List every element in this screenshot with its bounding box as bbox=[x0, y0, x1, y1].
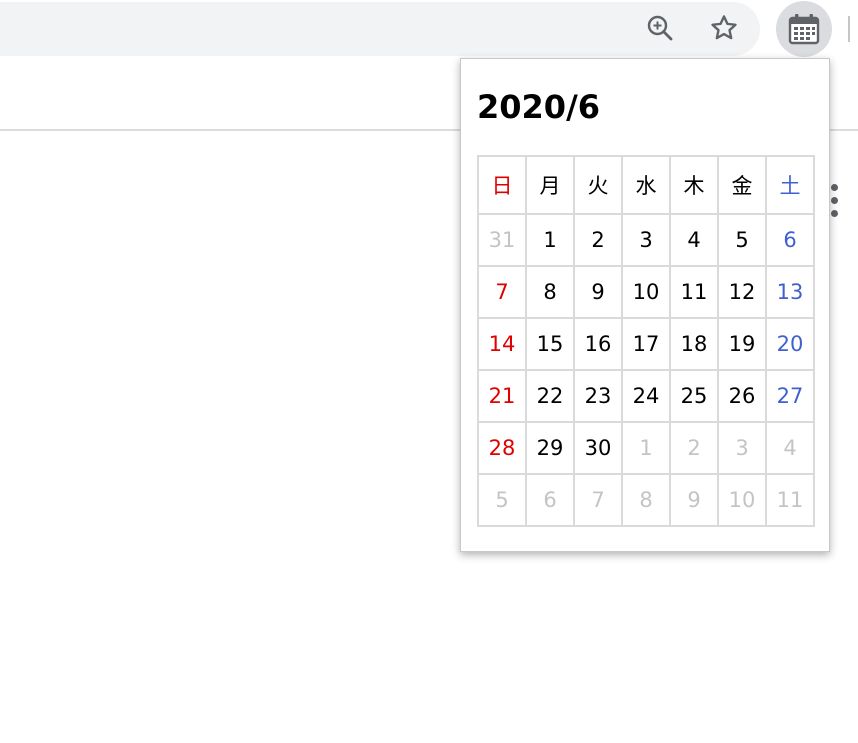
calendar-icon bbox=[788, 14, 820, 45]
calendar-day-cell: 9 bbox=[669, 473, 719, 527]
calendar-day-cell: 11 bbox=[669, 265, 719, 319]
calendar-day-cell: 26 bbox=[717, 369, 767, 423]
calendar-day-cell: 18 bbox=[669, 317, 719, 371]
calendar-week-row: 5 6 7 8 9 10 11 bbox=[477, 473, 815, 527]
calendar-day-cell: 8 bbox=[525, 265, 575, 319]
bookmark-star-icon[interactable] bbox=[705, 9, 743, 47]
calendar-day-cell: 14 bbox=[477, 317, 527, 371]
calendar-day-cell: 27 bbox=[765, 369, 815, 423]
calendar-week-row: 21 22 23 24 25 26 27 bbox=[477, 369, 815, 423]
calendar-week-row: 28 29 30 1 2 3 4 bbox=[477, 421, 815, 475]
calendar-week-row: 31 1 2 3 4 5 6 bbox=[477, 213, 815, 267]
calendar-day-cell: 21 bbox=[477, 369, 527, 423]
calendar-day-cell: 10 bbox=[717, 473, 767, 527]
calendar-grid: 日月火水木金土 31 1 2 3 4 5 6 7 8 9 10 11 12 13 14 15 16 17 18 19 2… bbox=[477, 155, 815, 527]
weekday-header: 木 bbox=[669, 155, 719, 215]
calendar-day-cell: 1 bbox=[525, 213, 575, 267]
calendar-day-cell: 17 bbox=[621, 317, 671, 371]
more-options-icon[interactable] bbox=[830, 184, 840, 220]
weekday-header: 月 bbox=[525, 155, 575, 215]
weekday-header: 水 bbox=[621, 155, 671, 215]
calendar-day-cell: 10 bbox=[621, 265, 671, 319]
calendar-day-cell: 6 bbox=[765, 213, 815, 267]
toolbar-separator bbox=[848, 16, 850, 42]
calendar-day-cell: 3 bbox=[717, 421, 767, 475]
weekday-header: 火 bbox=[573, 155, 623, 215]
calendar-day-cell: 4 bbox=[765, 421, 815, 475]
calendar-day-cell: 6 bbox=[525, 473, 575, 527]
calendar-day-cell: 3 bbox=[621, 213, 671, 267]
calendar-day-cell: 4 bbox=[669, 213, 719, 267]
calendar-day-cell: 5 bbox=[717, 213, 767, 267]
zoom-in-icon[interactable] bbox=[641, 9, 679, 47]
calendar-day-cell: 2 bbox=[669, 421, 719, 475]
weekday-header: 日 bbox=[477, 155, 527, 215]
calendar-day-cell: 7 bbox=[477, 265, 527, 319]
calendar-day-cell: 22 bbox=[525, 369, 575, 423]
calendar-day-cell: 15 bbox=[525, 317, 575, 371]
calendar-day-cell: 19 bbox=[717, 317, 767, 371]
weekday-header: 土 bbox=[765, 155, 815, 215]
calendar-day-cell: 12 bbox=[717, 265, 767, 319]
calendar-day-cell: 9 bbox=[573, 265, 623, 319]
weekday-header: 金 bbox=[717, 155, 767, 215]
calendar-day-cell: 13 bbox=[765, 265, 815, 319]
calendar-day-cell: 7 bbox=[573, 473, 623, 527]
calendar-popup: 2020/6 日月火水木金土 31 1 2 3 4 5 6 7 8 9 10 11 12 13 14 15 16… bbox=[460, 58, 830, 552]
calendar-day-cell: 24 bbox=[621, 369, 671, 423]
calendar-day-cell: 20 bbox=[765, 317, 815, 371]
calendar-day-cell: 16 bbox=[573, 317, 623, 371]
calendar-day-cell: 11 bbox=[765, 473, 815, 527]
calendar-day-cell: 31 bbox=[477, 213, 527, 267]
calendar-day-cell: 30 bbox=[573, 421, 623, 475]
calendar-week-row: 14 15 16 17 18 19 20 bbox=[477, 317, 815, 371]
calendar-day-cell: 29 bbox=[525, 421, 575, 475]
calendar-day-cell: 25 bbox=[669, 369, 719, 423]
calendar-day-cell: 2 bbox=[573, 213, 623, 267]
browser-toolbar bbox=[0, 0, 858, 57]
calendar-day-cell: 8 bbox=[621, 473, 671, 527]
calendar-week-row: 7 8 9 10 11 12 13 bbox=[477, 265, 815, 319]
calendar-extension-button[interactable] bbox=[776, 1, 832, 57]
calendar-day-cell: 1 bbox=[621, 421, 671, 475]
calendar-day-cell: 5 bbox=[477, 473, 527, 527]
calendar-title: 2020/6 bbox=[477, 88, 601, 126]
calendar-day-cell: 28 bbox=[477, 421, 527, 475]
calendar-day-cell: 23 bbox=[573, 369, 623, 423]
weekday-header-row: 日月火水木金土 bbox=[477, 155, 815, 215]
